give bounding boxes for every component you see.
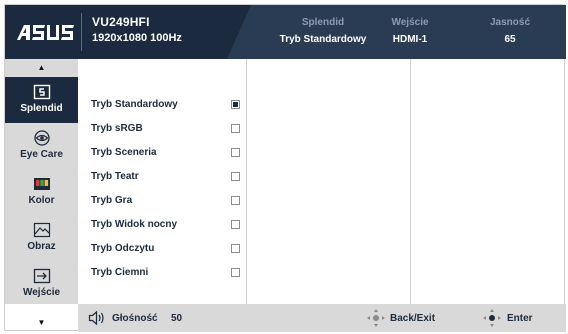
sidebar-item-label: Splendid [20, 103, 63, 114]
main-menu-sidebar: ▲ Splendid Eye Care Kolor Obraz Wejście … [5, 59, 78, 327]
status-label: Wejście [391, 17, 429, 28]
option-label: Tryb Odczytu [91, 243, 155, 254]
osd-header: VU249HFI 1920x1080 100Hz Splendid Tryb S… [5, 5, 566, 59]
back-exit-label: Back/Exit [390, 313, 436, 324]
status-brightness: Jasność 65 [465, 17, 555, 45]
option-label: Tryb Ciemni [91, 267, 149, 278]
checkbox[interactable] [231, 148, 240, 157]
option-label: Tryb Gra [91, 195, 133, 206]
status-value: HDMI-1 [392, 34, 428, 45]
checkbox[interactable] [231, 244, 240, 253]
osd-footer: Głośność 50 Back/Exit Enter [78, 304, 566, 332]
monitor-model: VU249HFI [92, 15, 150, 29]
resolution-info: 1920x1080 100Hz [92, 32, 182, 44]
speaker-icon [88, 310, 104, 326]
checkbox[interactable] [231, 220, 240, 229]
status-label: Splendid [301, 17, 345, 28]
option-label: Tryb Widok nocny [91, 219, 178, 230]
sidebar-item-image[interactable]: Obraz [5, 215, 78, 261]
splendid-options-panel: Tryb Standardowy Tryb sRGB Tryb Sceneria… [78, 59, 246, 304]
sidebar-item-label: Eye Care [20, 149, 63, 160]
volume-value: 50 [171, 313, 183, 324]
option-tryb-odczytu[interactable]: Tryb Odczytu [91, 241, 246, 257]
status-panel: Splendid Tryb Standardowy Wejście HDMI-1… [227, 5, 566, 59]
column-divider [410, 59, 411, 304]
selected-checkbox[interactable] [231, 100, 240, 109]
asus-logo [15, 23, 75, 41]
option-tryb-sceneria[interactable]: Tryb Sceneria [91, 145, 246, 161]
sidebar-item-input[interactable]: Wejście [5, 261, 78, 307]
sidebar-item-color[interactable]: Kolor [5, 169, 78, 215]
checkbox[interactable] [231, 124, 240, 133]
option-label: Tryb Standardowy [91, 99, 178, 110]
option-tryb-widok-nocny[interactable]: Tryb Widok nocny [91, 217, 246, 233]
joystick-enter-icon [483, 309, 501, 327]
checkbox[interactable] [231, 172, 240, 181]
header-divider [81, 13, 82, 51]
status-input: Wejście HDMI-1 [375, 17, 445, 45]
option-tryb-gra[interactable]: Tryb Gra [91, 193, 246, 209]
status-splendid: Splendid Tryb Standardowy [275, 17, 371, 45]
option-label: Tryb sRGB [91, 123, 143, 134]
scroll-up-arrow-icon[interactable]: ▲ [5, 61, 78, 75]
volume-label: Głośność [112, 313, 158, 324]
column-divider [246, 59, 247, 304]
scroll-down-arrow-icon[interactable]: ▼ [5, 316, 78, 330]
status-value: 65 [504, 34, 516, 45]
status-label: Jasność [489, 17, 531, 28]
option-tryb-teatr[interactable]: Tryb Teatr [91, 169, 246, 185]
status-value: Tryb Standardowy [279, 34, 367, 45]
option-label: Tryb Sceneria [91, 147, 157, 158]
enter-label: Enter [507, 313, 533, 324]
checkbox[interactable] [231, 196, 240, 205]
input-arrow-icon [33, 268, 50, 284]
option-label: Tryb Teatr [91, 171, 139, 182]
sidebar-item-label: Obraz [27, 241, 56, 252]
eye-icon [33, 130, 50, 146]
sidebar-item-splendid[interactable]: Splendid [5, 77, 78, 123]
image-icon [33, 222, 50, 238]
osd-window: VU249HFI 1920x1080 100Hz Splendid Tryb S… [4, 4, 566, 332]
color-bars-icon [33, 178, 50, 190]
sidebar-item-label: Kolor [28, 195, 55, 206]
option-tryb-standardowy[interactable]: Tryb Standardowy [91, 97, 246, 113]
splendid-icon [33, 84, 50, 100]
joystick-back-icon [367, 309, 385, 327]
option-tryb-srgb[interactable]: Tryb sRGB [91, 121, 246, 137]
option-tryb-ciemni[interactable]: Tryb Ciemni [91, 265, 246, 281]
sidebar-item-eye-care[interactable]: Eye Care [5, 123, 78, 169]
checkbox[interactable] [231, 268, 240, 277]
sidebar-item-label: Wejście [22, 287, 61, 298]
